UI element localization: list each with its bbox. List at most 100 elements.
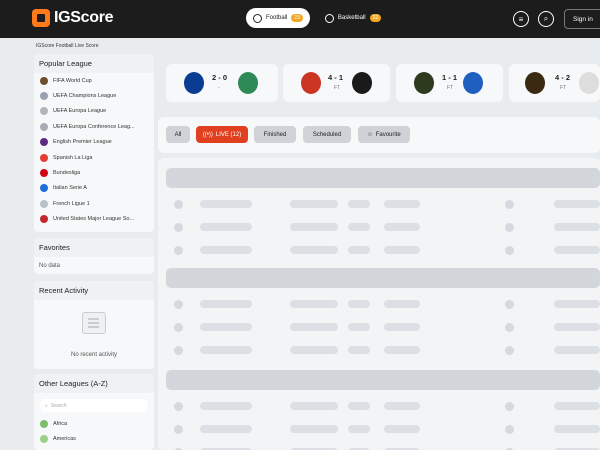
region-americas[interactable]: Americas — [34, 431, 154, 446]
skeleton-bar — [348, 200, 370, 208]
skeleton-dot — [505, 246, 514, 255]
skeleton-dot — [505, 402, 514, 411]
other-leagues-title: Other Leagues (A-Z) — [34, 374, 154, 393]
league-label: UEFA Europa League — [53, 108, 107, 115]
match-score: 4 - 1 — [328, 73, 344, 82]
filter-scheduled[interactable]: Scheduled — [303, 126, 351, 143]
skeleton-bar — [554, 223, 600, 231]
skeleton-bar — [200, 346, 252, 354]
league-item[interactable]: French Ligue 1 — [34, 196, 154, 211]
skeleton-bar — [554, 323, 600, 331]
skeleton-bar — [384, 425, 420, 433]
skeleton-bar — [554, 300, 600, 308]
league-label: UEFA Champions League — [53, 93, 117, 100]
skeleton-dot — [505, 200, 514, 209]
skeleton-bar — [290, 402, 338, 410]
skeleton-dot — [505, 300, 514, 309]
filter-label: Favourite — [375, 131, 401, 138]
league-item[interactable]: UEFA Champions League — [34, 88, 154, 103]
skeleton-group-header — [166, 370, 600, 390]
sign-in-button[interactable]: Sign in — [564, 9, 600, 29]
filter-all[interactable]: All — [166, 126, 190, 143]
league-item[interactable]: Italian Serie A — [34, 181, 154, 196]
skeleton-dot — [174, 300, 183, 309]
league-item[interactable]: FIFA World Cup — [34, 73, 154, 88]
skeleton-dot — [505, 323, 514, 332]
match-status: - — [218, 85, 220, 91]
search-icon[interactable]: ⌕ — [538, 11, 554, 27]
skeleton-dot — [174, 323, 183, 332]
recent-empty-text: No recent activity — [70, 352, 118, 358]
filter-favourite[interactable]: ☆ Favourite — [358, 126, 410, 143]
league-icon — [40, 153, 48, 162]
league-icon — [40, 169, 48, 178]
match-score: 2 - 0 — [212, 73, 228, 82]
match-card[interactable]: 2 - 0 - — [166, 64, 278, 102]
tab-basketball[interactable]: Basketball 22 — [318, 8, 388, 28]
popular-league-title: Popular League — [34, 54, 154, 73]
menu-icon[interactable]: ≡ — [513, 11, 529, 27]
match-score: 4 - 2 — [555, 73, 571, 82]
basketball-count-badge: 22 — [369, 14, 382, 22]
league-item[interactable]: UEFA Europa League — [34, 104, 154, 119]
league-label: Italian Serie A — [53, 185, 87, 192]
skeleton-bar — [290, 200, 338, 208]
top-header: IGScore Football 23 Basketball 22 ≡ ⌕ Si… — [0, 0, 600, 38]
filter-label: Scheduled — [312, 131, 342, 138]
tab-football-label: Football — [266, 15, 288, 21]
skeleton-bar — [348, 323, 370, 331]
league-item[interactable]: Bundesliga — [34, 165, 154, 180]
league-icon — [40, 76, 48, 85]
skeleton-bar — [554, 246, 600, 254]
skeleton-bar — [348, 425, 370, 433]
skeleton-bar — [384, 323, 420, 331]
match-card[interactable]: 4 - 1 FT — [283, 64, 390, 102]
skeleton-dot — [505, 425, 514, 434]
league-icon — [40, 122, 48, 131]
skeleton-bar — [290, 425, 338, 433]
region-africa[interactable]: Africa — [34, 416, 154, 431]
league-icon — [40, 184, 48, 193]
region-label: Americas — [53, 435, 76, 442]
league-label: United States Major League So... — [53, 216, 135, 223]
skeleton-bar — [348, 223, 370, 231]
home-team-crest — [414, 72, 434, 94]
skeleton-dot — [174, 425, 183, 434]
tab-football[interactable]: Football 23 — [246, 8, 310, 28]
favorites-title: Favorites — [34, 238, 154, 257]
league-item[interactable]: United States Major League So... — [34, 212, 154, 227]
skeleton-bar — [384, 223, 420, 231]
match-status: FT — [560, 85, 567, 91]
match-card[interactable]: 1 - 1 FT — [396, 64, 503, 102]
league-item[interactable]: UEFA Europa Conference Leag... — [34, 119, 154, 134]
league-item[interactable]: English Premier League — [34, 135, 154, 150]
skeleton-group-header — [166, 268, 600, 288]
away-team-crest — [352, 72, 372, 94]
match-card[interactable]: 4 - 2 FT — [509, 64, 600, 102]
filter-live[interactable]: ((•)) LIVE (12) — [196, 126, 248, 143]
match-status: FT — [447, 85, 454, 91]
league-label: UEFA Europa Conference Leag... — [53, 123, 135, 130]
skeleton-bar — [200, 300, 252, 308]
skeleton-dot — [174, 346, 183, 355]
recent-activity-title: Recent Activity — [34, 281, 154, 300]
football-icon — [253, 13, 262, 23]
skeleton-bar — [200, 323, 252, 331]
americas-icon — [40, 434, 48, 443]
league-search-input[interactable]: ⌕ Search — [40, 399, 148, 412]
skeleton-bar — [384, 346, 420, 354]
skeleton-bar — [384, 402, 420, 410]
skeleton-bar — [554, 346, 600, 354]
league-item[interactable]: Spanish La Liga — [34, 150, 154, 165]
skeleton-bar — [200, 200, 252, 208]
league-label: French Ligue 1 — [53, 200, 90, 207]
logo-text: IGScore — [54, 9, 114, 26]
football-count-badge: 23 — [291, 14, 303, 22]
filter-label: Finished — [263, 131, 287, 138]
skeleton-dot — [505, 223, 514, 232]
igscore-logo[interactable]: IGScore — [32, 9, 114, 27]
skeleton-bar — [200, 223, 252, 231]
skeleton-dot — [174, 223, 183, 232]
skeleton-dot — [505, 346, 514, 355]
filter-finished[interactable]: Finished — [254, 126, 296, 143]
